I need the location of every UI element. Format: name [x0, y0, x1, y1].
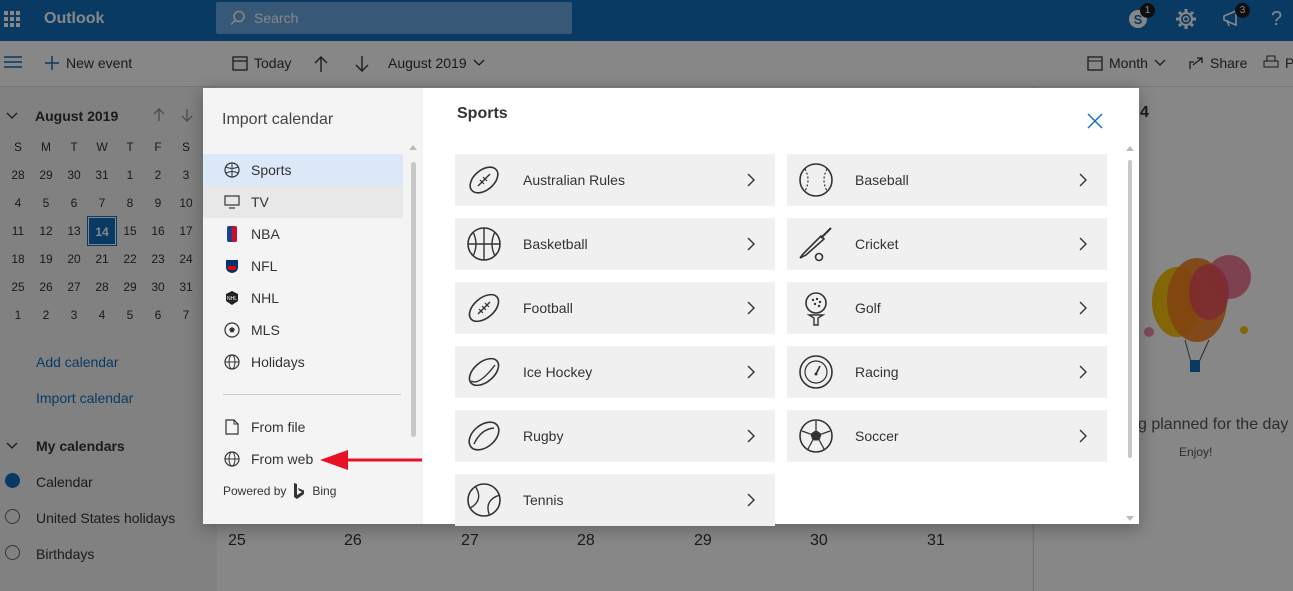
nfl-logo-icon — [223, 257, 241, 275]
category-label: Holidays — [251, 354, 305, 370]
globe-icon — [223, 450, 241, 468]
category-holidays[interactable]: Holidays — [203, 346, 403, 378]
powered-by-bing: Powered by Bing — [223, 482, 336, 500]
globe-icon — [223, 353, 241, 371]
sport-label: Cricket — [855, 236, 899, 252]
sport-label: Australian Rules — [523, 172, 625, 188]
sport-tile-rugby[interactable]: Rugby — [455, 410, 775, 462]
category-label: NFL — [251, 258, 278, 274]
sport-label: Golf — [855, 300, 881, 316]
chevron-right-icon — [741, 429, 761, 443]
sport-label: Soccer — [855, 428, 899, 444]
from-file-label: From file — [251, 419, 306, 435]
sport-label: Rugby — [523, 428, 564, 444]
aussie-football-icon — [465, 161, 503, 199]
sports-icon — [223, 161, 241, 179]
speedometer-icon — [797, 353, 835, 391]
category-mls[interactable]: MLS — [203, 314, 403, 346]
hockey-puck-icon — [465, 353, 503, 391]
baseball-icon — [797, 161, 835, 199]
sport-label: Basketball — [523, 236, 588, 252]
sport-tile-tennis[interactable]: Tennis — [455, 474, 775, 526]
soccer-ball-icon — [223, 321, 241, 339]
category-label: NHL — [251, 290, 280, 306]
file-upload-icon — [223, 418, 241, 436]
nhl-logo-icon: NHL — [223, 289, 241, 307]
sport-tile-racing[interactable]: Racing — [787, 346, 1107, 398]
chevron-right-icon — [741, 237, 761, 251]
category-sports[interactable]: Sports — [203, 154, 403, 186]
soccer-ball-icon — [797, 417, 835, 455]
sport-tile-ice-hockey[interactable]: Ice Hockey — [455, 346, 775, 398]
sport-label: Ice Hockey — [523, 364, 593, 380]
sport-tile-baseball[interactable]: Baseball — [787, 154, 1107, 206]
chevron-right-icon — [1073, 365, 1093, 379]
chevron-right-icon — [1073, 429, 1093, 443]
chevron-right-icon — [1073, 301, 1093, 315]
close-icon[interactable] — [1087, 113, 1107, 133]
category-tv[interactable]: TV — [203, 186, 403, 218]
bing-logo-icon — [294, 483, 305, 499]
rugby-ball-icon — [465, 417, 503, 455]
bing-label: Bing — [312, 484, 337, 498]
sport-label: Racing — [855, 364, 899, 380]
from-web-option[interactable]: From web — [223, 450, 313, 468]
nba-logo-icon — [223, 225, 241, 243]
sport-label: Baseball — [855, 172, 909, 188]
football-icon — [465, 289, 503, 327]
sport-tile-golf[interactable]: Golf — [787, 282, 1107, 334]
category-nba[interactable]: NBA — [203, 218, 403, 250]
chevron-right-icon — [1073, 173, 1093, 187]
scroll-up-icon[interactable] — [1126, 145, 1134, 151]
chevron-right-icon — [741, 365, 761, 379]
from-file-option[interactable]: From file — [223, 418, 305, 436]
sports-scrollbar[interactable] — [1128, 160, 1132, 458]
basketball-icon — [465, 225, 503, 263]
scroll-up-icon[interactable] — [409, 144, 417, 150]
annotation-arrow-icon — [320, 450, 422, 470]
sport-tile-football[interactable]: Football — [455, 282, 775, 334]
tv-icon — [223, 193, 241, 211]
category-label: Sports — [251, 162, 292, 178]
sidebar-divider — [223, 394, 401, 395]
category-label: NBA — [251, 226, 280, 242]
category-nfl[interactable]: NFL — [203, 250, 403, 282]
tennis-ball-icon — [465, 481, 503, 519]
sport-tile-soccer[interactable]: Soccer — [787, 410, 1107, 462]
category-label: MLS — [251, 322, 280, 338]
dialog-title: Import calendar — [222, 111, 334, 128]
from-web-label: From web — [251, 451, 314, 467]
chevron-right-icon — [741, 173, 761, 187]
svg-text:NHL: NHL — [227, 296, 237, 302]
sports-heading: Sports — [457, 105, 508, 122]
sport-label: Tennis — [523, 492, 564, 508]
category-nhl[interactable]: NHL NHL — [203, 282, 403, 314]
sport-tile-australian-rules[interactable]: Australian Rules — [455, 154, 775, 206]
chevron-right-icon — [741, 493, 761, 507]
powered-by-label: Powered by — [223, 484, 287, 498]
sidebar-scrollbar[interactable] — [411, 162, 416, 437]
sport-tile-cricket[interactable]: Cricket — [787, 218, 1107, 270]
sport-label: Football — [523, 300, 573, 316]
chevron-right-icon — [741, 301, 761, 315]
chevron-right-icon — [1073, 237, 1093, 251]
sport-tile-basketball[interactable]: Basketball — [455, 218, 775, 270]
cricket-icon — [797, 225, 835, 263]
scroll-down-icon[interactable] — [1126, 516, 1134, 522]
category-label: TV — [251, 194, 269, 210]
golf-icon — [797, 289, 835, 327]
